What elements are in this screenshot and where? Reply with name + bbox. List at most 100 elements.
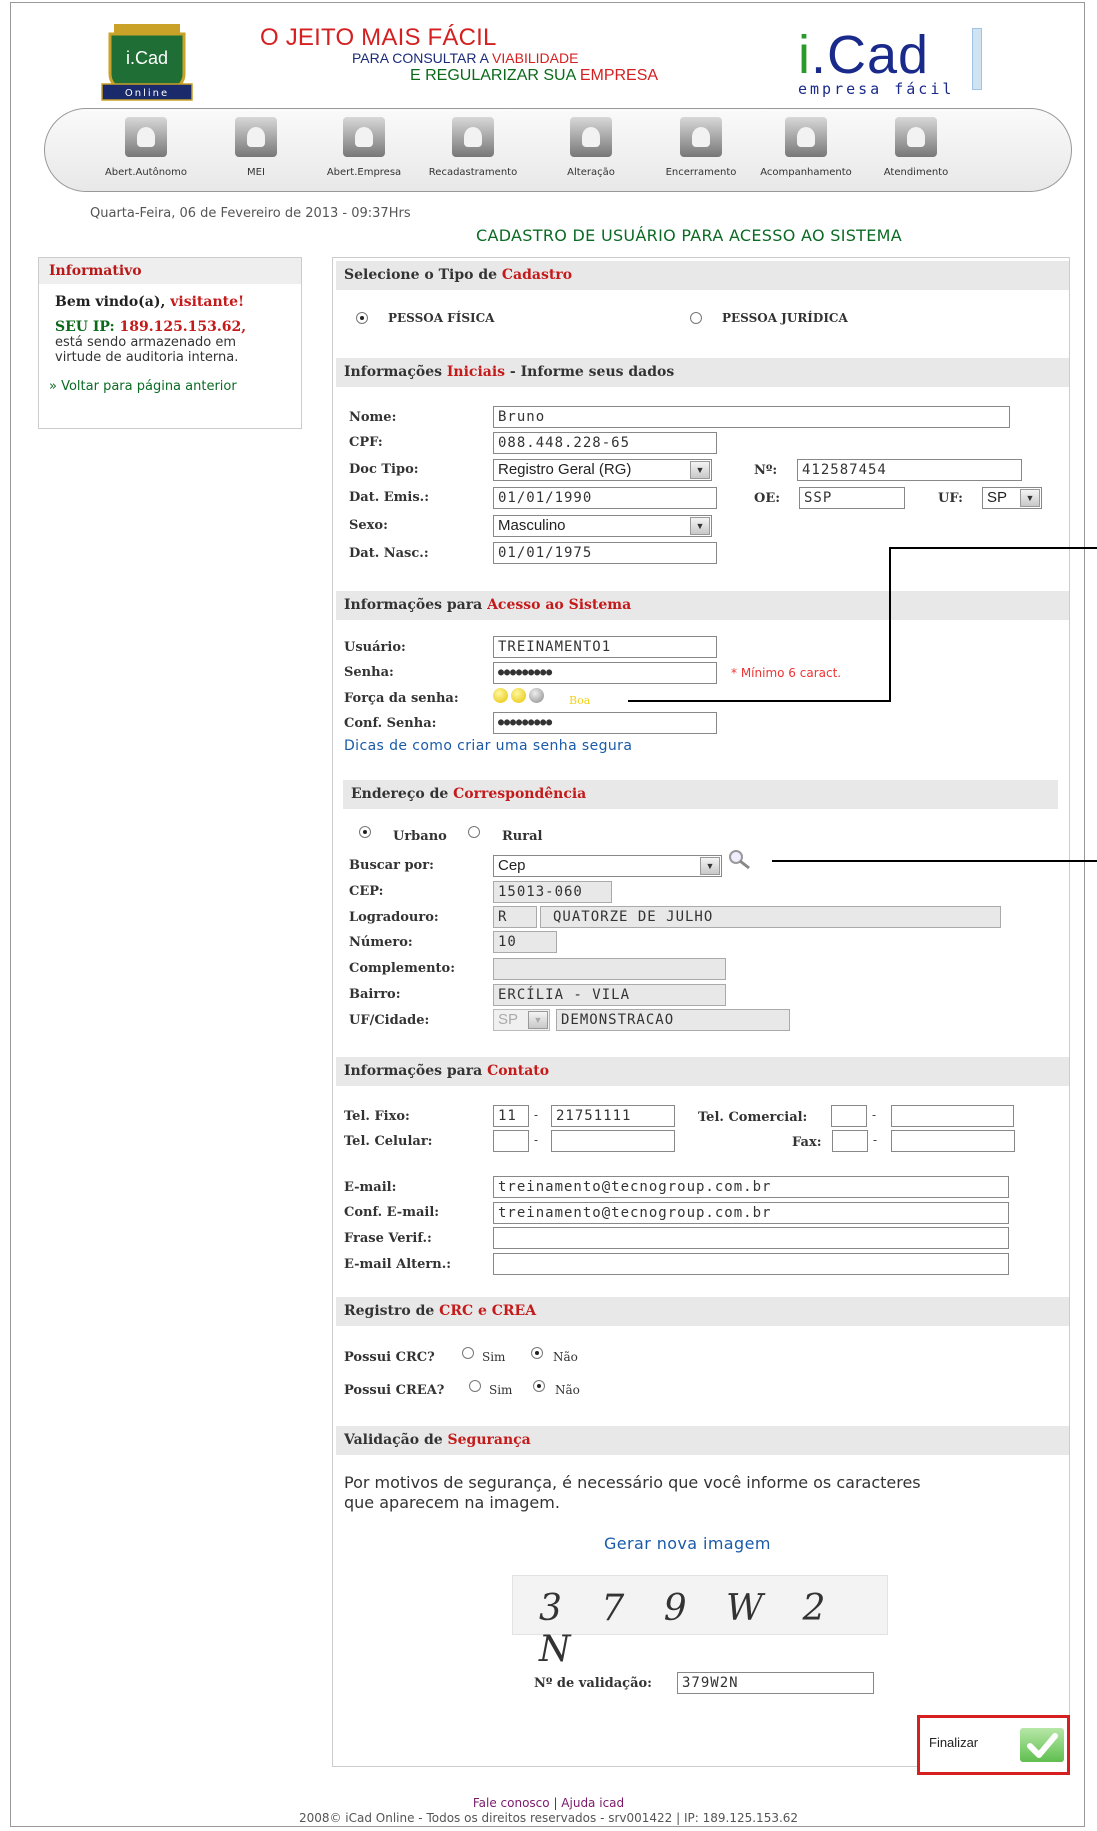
tagline-1: O JEITO MAIS FÁCIL (260, 24, 497, 51)
compl-label: Complemento: (349, 961, 456, 976)
nasc-input[interactable]: 01/01/1975 (493, 542, 717, 564)
doc-tipo-select[interactable]: Registro Geral (RG) ▼ (493, 459, 712, 481)
senha-input[interactable]: ●●●●●●●●● (493, 662, 717, 684)
group-icon[interactable] (343, 117, 385, 157)
chevron-down-icon[interactable]: ▼ (700, 857, 720, 875)
crea-sim-label: Sim (489, 1383, 513, 1397)
search-icon[interactable] (727, 849, 753, 871)
fax-input[interactable] (891, 1130, 1015, 1152)
gerar-imagem-link[interactable]: Gerar nova imagem (604, 1534, 771, 1553)
finalizar-button[interactable]: Finalizar (917, 1715, 1070, 1775)
radio-urbano[interactable] (359, 826, 371, 838)
icad-brand: i.Cad empresa fácil (798, 28, 988, 98)
numero-input[interactable]: 10 (493, 931, 557, 953)
logo-sub: Online (125, 88, 169, 99)
frase-input[interactable] (493, 1227, 1009, 1249)
tel-comercial-input[interactable] (891, 1105, 1014, 1127)
num-input[interactable]: 412587454 (797, 459, 1022, 481)
radio-crc-nao[interactable] (531, 1347, 543, 1359)
toolbar-button-7[interactable]: Acompanhamento (756, 117, 856, 178)
binoculars-icon[interactable] (785, 117, 827, 157)
conf-email-input[interactable]: treinamento@tecnogroup.com.br (493, 1202, 1009, 1224)
crea-label: Possui CREA? (344, 1383, 445, 1398)
sexo-select[interactable]: Masculino ▼ (493, 515, 712, 537)
nome-label: Nome: (349, 410, 397, 425)
logr-input[interactable]: QUATORZE DE JULHO (540, 906, 1001, 928)
oe-input[interactable]: SSP (799, 487, 905, 509)
chevron-down-icon[interactable]: ▼ (690, 517, 710, 535)
cpf-input[interactable]: 088.448.228-65 (493, 432, 717, 454)
usuario-label: Usuário: (344, 640, 406, 655)
radio-pessoa-fisica[interactable] (356, 312, 368, 324)
tel-fixo-input[interactable]: 21751111 (551, 1105, 675, 1127)
ip-note-2: virtude de auditoria interna. (55, 350, 239, 365)
document-icon[interactable] (570, 117, 612, 157)
toolbar-button-3[interactable]: Abert.Empresa (314, 117, 414, 178)
bairro-input[interactable]: ERCÍLIA - VILA (493, 984, 726, 1006)
brand-sub: empresa fácil (798, 80, 955, 98)
buscar-select[interactable]: Cep ▼ (493, 855, 722, 877)
chevron-down-icon[interactable]: ▼ (1020, 489, 1040, 507)
cep-input[interactable]: 15013-060 (493, 881, 612, 903)
section-informacoes-iniciais: Informações Iniciais - Informe seus dado… (336, 358, 1069, 387)
toolbar-button-6[interactable]: Encerramento (651, 117, 751, 178)
cancel-icon[interactable] (680, 117, 722, 157)
email-input[interactable]: treinamento@tecnogroup.com.br (493, 1176, 1009, 1198)
crea-nao-label: Não (555, 1383, 580, 1397)
uf-cidade-select[interactable]: SP ▼ (493, 1009, 550, 1031)
back-link[interactable]: » Voltar para página anterior (39, 365, 301, 394)
ip-text: SEU IP: 189.125.153.62, (55, 319, 247, 335)
tel-fixo-ddd[interactable]: 11 (493, 1105, 529, 1127)
emis-input[interactable]: 01/01/1990 (493, 487, 717, 509)
chevron-down-icon[interactable]: ▼ (528, 1011, 548, 1029)
tel-fixo-label: Tel. Fixo: (344, 1109, 410, 1124)
fax-ddd[interactable] (832, 1130, 868, 1152)
validacao-message: Por motivos de segurança, é necessário q… (344, 1473, 921, 1512)
crc-label: Possui CRC? (344, 1350, 435, 1365)
tel-fixo-dash: - (534, 1108, 539, 1122)
toolbar-button-5[interactable]: Alteração (541, 117, 641, 178)
conf-senha-input[interactable]: ●●●●●●●●● (493, 712, 717, 734)
usuario-input[interactable]: TREINAMENTO1 (493, 636, 717, 658)
dicas-link[interactable]: Dicas de como criar uma senha segura (344, 738, 632, 754)
icad-logo[interactable]: i.Cad Online (100, 22, 194, 104)
compl-input[interactable] (493, 958, 726, 980)
radio-pessoa-juridica[interactable] (690, 312, 702, 324)
toolbar-button-8[interactable]: Atendimento (866, 117, 966, 178)
senha-requirement: * Mínimo 6 caract. (731, 666, 842, 680)
section-validacao: Validação de Segurança (336, 1426, 1069, 1455)
bairro-label: Bairro: (349, 987, 401, 1002)
chevron-down-icon[interactable]: ▼ (690, 461, 710, 479)
person-desk-icon[interactable] (235, 117, 277, 157)
num-validacao-input[interactable]: 379W2N (677, 1672, 874, 1694)
cidade-input[interactable]: DEMONSTRACAO (556, 1009, 790, 1031)
person-icon[interactable] (125, 117, 167, 157)
cpf-label: CPF: (349, 435, 383, 450)
toolbar-button-2[interactable]: MEI (206, 117, 306, 178)
nome-input[interactable]: Bruno (493, 406, 1010, 428)
footer-links[interactable]: Fale conosco | Ajuda icad (0, 1796, 1097, 1811)
tel-celular-dash: - (534, 1133, 539, 1147)
strength-dot-2 (511, 688, 526, 703)
tel-celular-ddd[interactable] (493, 1130, 529, 1152)
radio-crea-sim[interactable] (469, 1380, 481, 1392)
label-pessoa-fisica: PESSOA FÍSICA (388, 311, 495, 325)
conf-senha-label: Conf. Senha: (344, 716, 437, 731)
email-altern-input[interactable] (493, 1253, 1009, 1275)
radio-crea-nao[interactable] (533, 1380, 545, 1392)
attendant-icon[interactable] (895, 117, 937, 157)
uf-select[interactable]: SP ▼ (982, 487, 1042, 509)
radio-crc-sim[interactable] (462, 1347, 474, 1359)
doc-tipo-label: Doc Tipo: (349, 462, 419, 477)
logr-tipo-input[interactable]: R (493, 906, 537, 928)
toolbar-button-1[interactable]: Abert.Autônomo (96, 117, 196, 178)
person-gear-icon[interactable] (452, 117, 494, 157)
tel-comercial-ddd[interactable] (831, 1105, 867, 1127)
fax-dash: - (873, 1133, 878, 1147)
radio-rural[interactable] (468, 826, 480, 838)
num-label: Nº: (754, 463, 778, 478)
frase-label: Frase Verif.: (344, 1231, 432, 1246)
oe-label: OE: (754, 491, 781, 506)
tel-celular-input[interactable] (551, 1130, 675, 1152)
toolbar-button-4[interactable]: Recadastramento (423, 117, 523, 178)
